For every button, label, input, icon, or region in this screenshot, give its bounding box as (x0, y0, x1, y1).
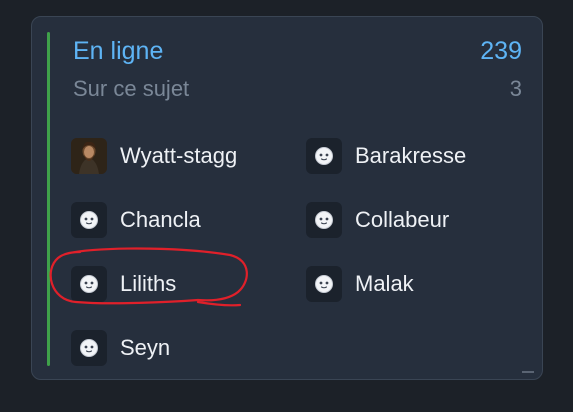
topic-count: 3 (509, 76, 522, 101)
avatar (71, 138, 107, 174)
avatar (306, 202, 342, 238)
user-name[interactable]: Liliths (120, 270, 176, 298)
portrait-photo-icon (71, 138, 107, 174)
resize-handle[interactable] (522, 371, 534, 373)
user-item-barakresse[interactable]: Barakresse (306, 137, 466, 175)
user-item-malak[interactable]: Malak (306, 265, 414, 303)
avatar (71, 266, 107, 302)
user-name[interactable]: Barakresse (355, 142, 466, 170)
default-face-icon (315, 211, 333, 229)
default-face-icon (80, 339, 98, 357)
user-name[interactable]: Malak (355, 270, 414, 298)
online-title: En ligne (73, 37, 164, 65)
default-face-icon (80, 275, 98, 293)
topic-label: Sur ce sujet (73, 76, 190, 101)
user-name[interactable]: Collabeur (355, 206, 449, 234)
user-name[interactable]: Wyatt-stagg (120, 142, 237, 170)
default-face-icon (315, 147, 333, 165)
user-item-collabeur[interactable]: Collabeur (306, 201, 449, 239)
user-item-chancla[interactable]: Chancla (71, 201, 201, 239)
default-face-icon (315, 275, 333, 293)
user-name[interactable]: Seyn (120, 334, 170, 362)
online-count: 239 (480, 37, 522, 65)
default-face-icon (80, 211, 98, 229)
avatar (306, 266, 342, 302)
online-users-panel: En ligne 239 Sur ce sujet 3 Wyatt-stagg (31, 16, 543, 380)
user-item-wyatt-stagg[interactable]: Wyatt-stagg (71, 137, 237, 175)
user-name[interactable]: Chancla (120, 206, 201, 234)
avatar (306, 138, 342, 174)
avatar (71, 202, 107, 238)
user-item-liliths[interactable]: Liliths (71, 265, 176, 303)
user-item-seyn[interactable]: Seyn (71, 329, 170, 367)
online-status-bar (47, 32, 50, 366)
avatar (71, 330, 107, 366)
